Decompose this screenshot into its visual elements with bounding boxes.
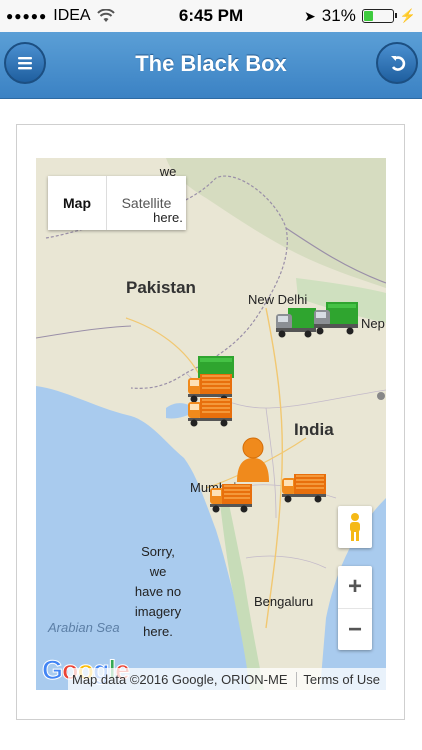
zoom-control: + − (338, 566, 372, 650)
label-new-delhi: New Delhi (248, 292, 308, 307)
map-view[interactable]: Map Satellite we here. Pakistan New Delh… (36, 158, 386, 690)
zoom-out-button[interactable]: − (338, 609, 372, 651)
label-bengaluru: Bengaluru (254, 594, 314, 609)
location-arrow-icon: ➤ (304, 7, 316, 24)
person-marker[interactable] (234, 436, 272, 484)
street-view-pegman[interactable] (338, 506, 372, 548)
truck-marker-orange[interactable] (186, 394, 234, 428)
label-pakistan: Pakistan (126, 278, 196, 297)
map-attribution: Map data ©2016 Google, ORION-ME (72, 671, 288, 687)
no-imagery-line: we (149, 564, 167, 579)
label-arabian-sea: Arabian Sea (48, 620, 120, 635)
charging-icon: ⚡ (399, 8, 416, 23)
undo-arrow-icon (391, 56, 406, 71)
no-imagery-line: here. (143, 624, 173, 639)
battery-icon (361, 9, 397, 23)
truck-marker-green[interactable] (312, 300, 360, 336)
terms-of-use-link[interactable]: Terms of Use (296, 671, 386, 687)
no-imagery-notice: Sorry, we have no imagery here. (130, 542, 186, 642)
map-type-map-button[interactable]: Map (48, 176, 107, 230)
no-imagery-line: have no (134, 584, 182, 599)
label-india: India (294, 420, 334, 439)
app-header: The Black Box (0, 32, 422, 99)
zoom-in-button[interactable]: + (338, 566, 372, 609)
no-imagery-top-line: here. (153, 210, 183, 225)
label-nepal: Nep (361, 316, 385, 331)
no-imagery-top-line: we (159, 164, 177, 179)
battery-percent: 31% (321, 6, 356, 25)
no-imagery-notice-top: we here. (148, 164, 188, 226)
truck-marker-orange[interactable] (280, 470, 328, 504)
pegman-icon (350, 513, 360, 541)
no-imagery-line: imagery (134, 604, 182, 619)
map-attribution-bar: Map data ©2016 Google, ORION-ME Terms of… (68, 668, 386, 690)
refresh-button[interactable] (376, 42, 418, 84)
no-imagery-line: Sorry, (141, 544, 175, 559)
status-bar: ●●●●● IDEA 6:45 PM ➤ 31% ⚡ (0, 0, 422, 32)
truck-marker-orange[interactable] (208, 480, 254, 514)
page-title: The Black Box (135, 51, 287, 76)
